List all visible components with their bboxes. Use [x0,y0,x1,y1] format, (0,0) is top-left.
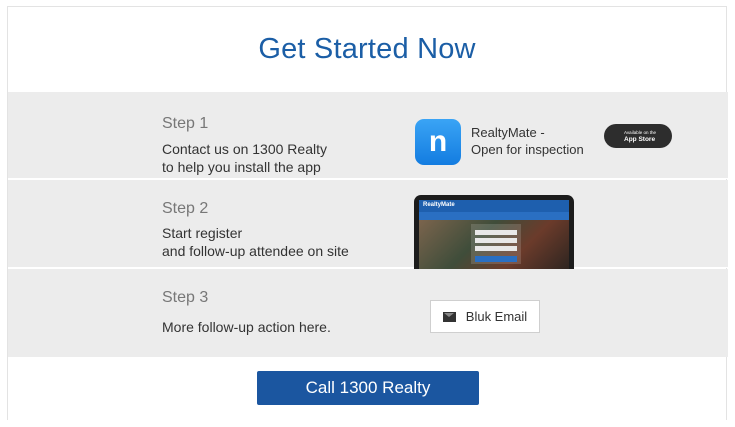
tablet-field [475,246,517,251]
tablet-address-bar [419,212,569,220]
tablet-field [475,238,517,243]
tablet-screen: RealtyMate [419,200,569,269]
step-1-desc-line2: to help you install the app [162,159,321,175]
tablet-screenshot: RealtyMate [414,195,574,269]
app-name-line2: Open for inspection [471,142,584,157]
step-3-row: Step 3 More follow-up action here. Bluk … [8,269,728,357]
app-store-badge[interactable]: Available on the App Store [604,124,672,148]
tablet-app-logo: RealtyMate [423,202,455,208]
realtymate-app-icon[interactable]: n [415,119,461,165]
bulk-email-label: Bluk Email [465,309,528,324]
step-2-desc-line1: Start register [162,225,243,241]
step-3-description: More follow-up action here. [162,319,331,335]
envelope-icon [442,311,456,322]
app-icon-letter: n [428,125,448,158]
call-button[interactable]: Call 1300 Realty [257,371,479,405]
store-badge-small: Available on the [624,130,656,135]
page-title: Get Started Now [258,32,476,65]
app-name: RealtyMate - Open for inspection [471,124,584,158]
app-name-line1: RealtyMate - [471,125,545,140]
step-1-desc-line1: Contact us on 1300 Realty [162,141,327,157]
step-3-label: Step 3 [162,289,209,306]
bulk-email-button[interactable]: Bluk Email [430,300,540,333]
tablet-field [475,230,517,235]
step-2-description: Start register and follow-up attendee on… [162,224,349,260]
step-1-description: Contact us on 1300 Realty to help you in… [162,140,327,176]
step-2-row: Step 2 Start register and follow-up atte… [8,180,728,269]
tablet-register-button [475,256,517,262]
step-2-desc-line2: and follow-up attendee on site [162,243,349,259]
step-2-label: Step 2 [162,200,209,217]
footer: Call 1300 Realty [8,358,726,420]
get-started-panel: Get Started Now Step 1 Contact us on 130… [7,6,728,420]
step-1-label: Step 1 [162,115,209,132]
step-1-row: Step 1 Contact us on 1300 Realty to help… [8,92,728,179]
store-badge-big: App Store [624,136,656,143]
